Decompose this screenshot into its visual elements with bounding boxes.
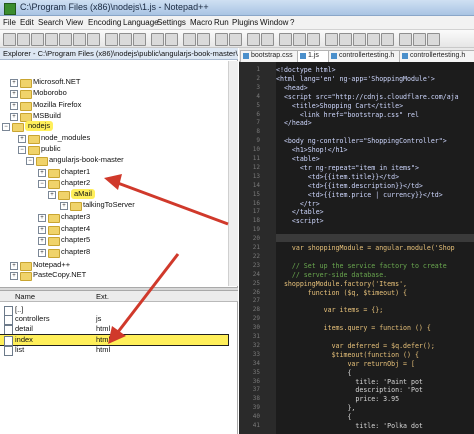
arrow-head-to-amail [104, 174, 122, 190]
arrow-head-to-index [108, 326, 126, 344]
arrow-to-amail-folder [114, 180, 229, 226]
arrow-to-index-file [116, 253, 180, 333]
annotation-arrows [104, 174, 229, 344]
